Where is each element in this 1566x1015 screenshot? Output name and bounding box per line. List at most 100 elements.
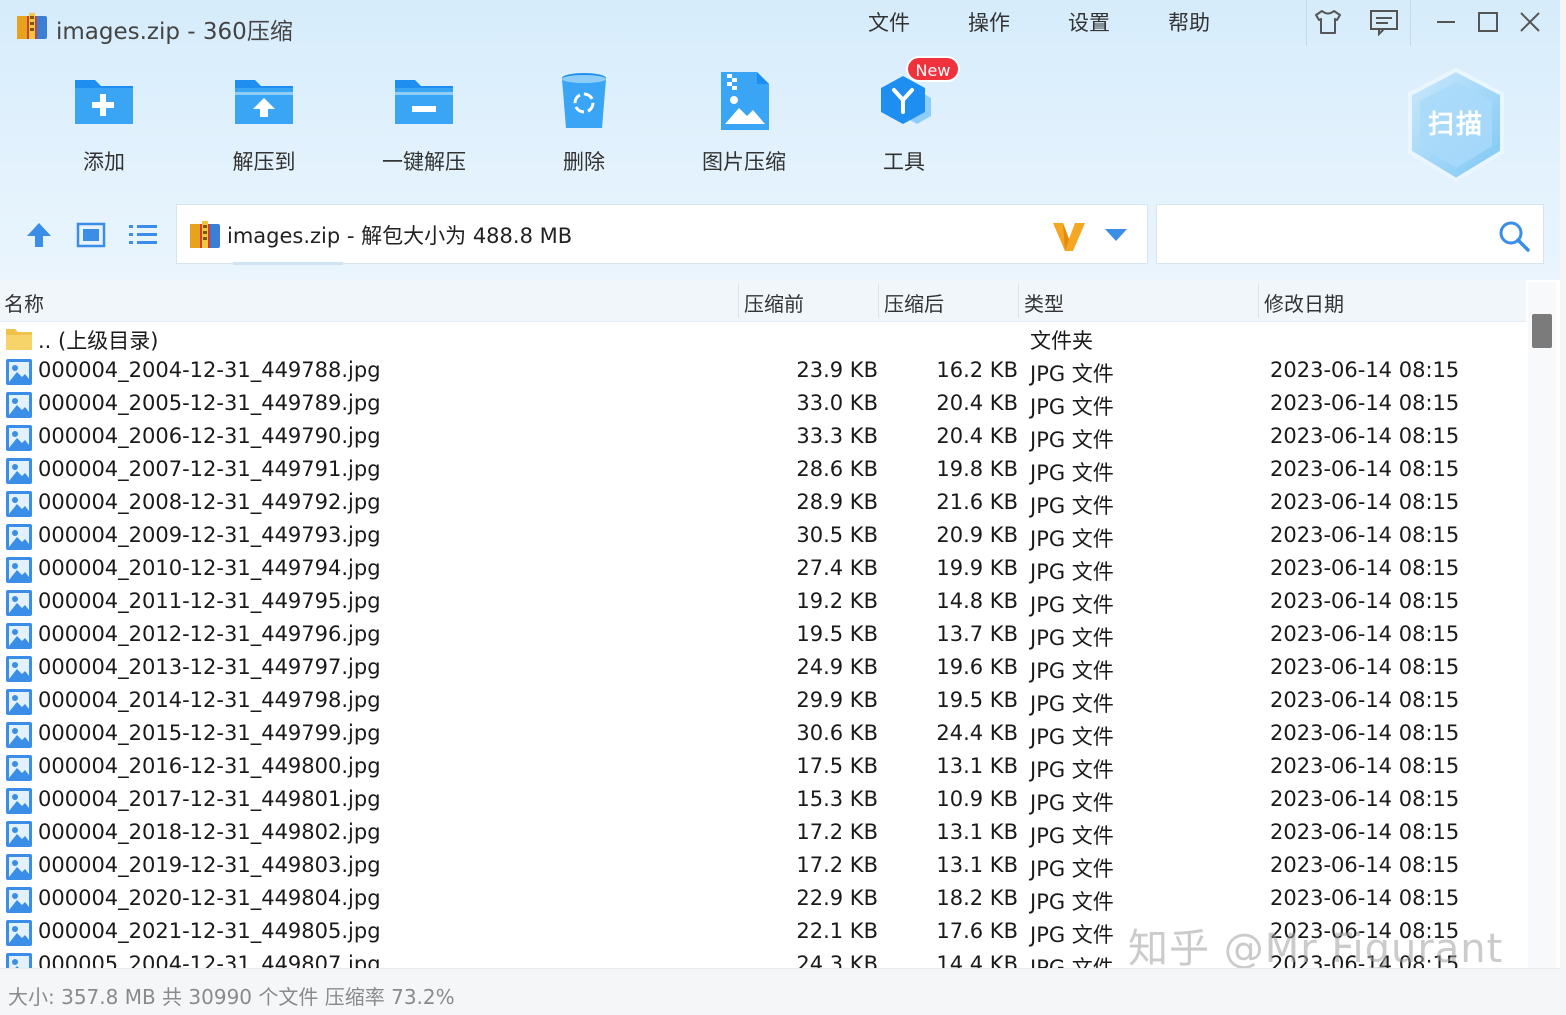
file-type: JPG 文件 bbox=[1030, 758, 1114, 782]
image-file-icon bbox=[6, 689, 32, 715]
chevron-down-icon[interactable] bbox=[1103, 227, 1129, 243]
file-size-before: 17.5 KB bbox=[796, 754, 878, 778]
file-size-after: 19.9 KB bbox=[936, 556, 1018, 580]
file-row[interactable]: 000004_2012-12-31_449796.jpg 19.5 KB 13.7 … bbox=[0, 619, 1526, 652]
menu-file[interactable]: 文件 bbox=[868, 8, 968, 38]
file-type: JPG 文件 bbox=[1030, 890, 1114, 914]
scrollbar-thumb[interactable] bbox=[1532, 314, 1552, 348]
list-view-button[interactable] bbox=[126, 218, 160, 252]
image-file-icon bbox=[6, 854, 32, 880]
maximize-button[interactable] bbox=[1468, 6, 1508, 38]
column-divider[interactable] bbox=[1258, 284, 1259, 318]
file-row[interactable]: 000004_2006-12-31_449790.jpg 33.3 KB 20.4 … bbox=[0, 421, 1526, 454]
parent-directory-row[interactable]: .. (上级目录) 文件夹 bbox=[0, 322, 1526, 355]
file-size-before: 28.6 KB bbox=[796, 457, 878, 481]
file-type: JPG 文件 bbox=[1030, 395, 1114, 419]
file-row[interactable]: 000004_2010-12-31_449794.jpg 27.4 KB 19.9 … bbox=[0, 553, 1526, 586]
column-after[interactable]: 压缩后 bbox=[884, 288, 944, 317]
image-file-icon bbox=[6, 755, 32, 781]
file-row[interactable]: 000004_2017-12-31_449801.jpg 15.3 KB 10.9 … bbox=[0, 784, 1526, 817]
feedback-button[interactable] bbox=[1364, 6, 1404, 38]
window-title: images.zip - 360压缩 bbox=[56, 19, 293, 45]
file-name: 000004_2006-12-31_449790.jpg bbox=[38, 424, 381, 448]
file-size-after: 19.5 KB bbox=[936, 688, 1018, 712]
column-date[interactable]: 修改日期 bbox=[1264, 288, 1344, 317]
up-level-button[interactable] bbox=[22, 218, 56, 252]
file-size-before: 28.9 KB bbox=[796, 490, 878, 514]
thumbnail-view-button[interactable] bbox=[74, 218, 108, 252]
right-edge bbox=[1560, 0, 1566, 1015]
column-divider[interactable] bbox=[738, 284, 739, 318]
column-name[interactable]: 名称 bbox=[4, 288, 44, 317]
file-size-before: 19.2 KB bbox=[796, 589, 878, 613]
file-size-after: 21.6 KB bbox=[936, 490, 1018, 514]
menu-settings[interactable]: 设置 bbox=[1068, 8, 1168, 38]
file-name: 000004_2005-12-31_449789.jpg bbox=[38, 391, 381, 415]
one-click-extract-button[interactable]: 一键解压 bbox=[354, 70, 494, 180]
vertical-scrollbar[interactable] bbox=[1528, 282, 1556, 968]
file-date: 2023-06-14 08:15 bbox=[1270, 853, 1460, 877]
file-date: 2023-06-14 08:15 bbox=[1270, 787, 1460, 811]
search-input[interactable] bbox=[1156, 204, 1544, 264]
image-file-icon bbox=[6, 392, 32, 418]
file-row[interactable]: 000004_2009-12-31_449793.jpg 30.5 KB 20.9 … bbox=[0, 520, 1526, 553]
file-date: 2023-06-14 08:15 bbox=[1270, 688, 1460, 712]
minimize-button[interactable] bbox=[1426, 6, 1466, 38]
trash-icon bbox=[562, 73, 606, 128]
image-file-icon bbox=[6, 953, 32, 968]
tools-button[interactable]: 工具 bbox=[834, 70, 974, 180]
file-row[interactable]: 000004_2005-12-31_449789.jpg 33.0 KB 20.4 … bbox=[0, 388, 1526, 421]
file-size-after: 13.1 KB bbox=[936, 754, 1018, 778]
file-name: 000004_2021-12-31_449805.jpg bbox=[38, 919, 381, 943]
file-size-after: 20.4 KB bbox=[936, 391, 1018, 415]
file-size-before: 33.0 KB bbox=[796, 391, 878, 415]
file-size-after: 20.4 KB bbox=[936, 424, 1018, 448]
add-button[interactable]: 添加 bbox=[34, 70, 174, 180]
file-size-after: 13.7 KB bbox=[936, 622, 1018, 646]
one-click-extract-label: 一键解压 bbox=[382, 150, 466, 174]
file-row[interactable]: 000004_2014-12-31_449798.jpg 29.9 KB 19.5 … bbox=[0, 685, 1526, 718]
column-divider[interactable] bbox=[878, 284, 879, 318]
menu-help[interactable]: 帮助 bbox=[1168, 8, 1268, 38]
image-file-icon bbox=[6, 887, 32, 913]
file-row[interactable]: 000004_2015-12-31_449799.jpg 30.6 KB 24.4 … bbox=[0, 718, 1526, 751]
file-row[interactable]: 000004_2016-12-31_449800.jpg 17.5 KB 13.1 … bbox=[0, 751, 1526, 784]
file-date: 2023-06-14 08:15 bbox=[1270, 820, 1460, 844]
file-row[interactable]: 000004_2004-12-31_449788.jpg 23.9 KB 16.2 … bbox=[0, 355, 1526, 388]
file-row[interactable]: 000004_2007-12-31_449791.jpg 28.6 KB 19.8 … bbox=[0, 454, 1526, 487]
image-compress-button[interactable]: 图片压缩 bbox=[674, 70, 814, 180]
image-file-icon bbox=[6, 623, 32, 649]
scan-label[interactable]: 扫描 bbox=[1404, 104, 1508, 141]
column-header-row: 名称 压缩前 压缩后 类型 修改日期 bbox=[0, 280, 1526, 322]
file-type: JPG 文件 bbox=[1030, 593, 1114, 617]
file-row[interactable]: 000004_2013-12-31_449797.jpg 24.9 KB 19.6 … bbox=[0, 652, 1526, 685]
file-date: 2023-06-14 08:15 bbox=[1270, 523, 1460, 547]
file-date: 2023-06-14 08:15 bbox=[1270, 721, 1460, 745]
file-date: 2023-06-14 08:15 bbox=[1270, 391, 1460, 415]
file-row[interactable]: 000004_2019-12-31_449803.jpg 17.2 KB 13.1 … bbox=[0, 850, 1526, 883]
extract-to-icon bbox=[235, 80, 293, 124]
image-file-icon bbox=[6, 458, 32, 484]
file-row[interactable]: 000004_2008-12-31_449792.jpg 28.9 KB 21.6 … bbox=[0, 487, 1526, 520]
parent-directory-name: .. (上级目录) bbox=[38, 329, 159, 353]
extract-to-button[interactable]: 解压到 bbox=[194, 70, 334, 180]
path-bar[interactable]: images.zip - 解包大小为 488.8 MB bbox=[176, 204, 1148, 265]
file-size-after: 24.4 KB bbox=[936, 721, 1018, 745]
menu-operation[interactable]: 操作 bbox=[968, 8, 1068, 38]
v-logo-icon[interactable] bbox=[1051, 219, 1087, 253]
image-file-icon bbox=[6, 656, 32, 682]
file-size-before: 23.9 KB bbox=[796, 358, 878, 382]
file-row[interactable]: 000004_2011-12-31_449795.jpg 19.2 KB 14.8 … bbox=[0, 586, 1526, 619]
column-divider[interactable] bbox=[1018, 284, 1019, 318]
close-button[interactable] bbox=[1510, 6, 1550, 38]
delete-button[interactable]: 删除 bbox=[514, 70, 654, 180]
file-row[interactable]: 000004_2020-12-31_449804.jpg 22.9 KB 18.2 … bbox=[0, 883, 1526, 916]
image-compress-label: 图片压缩 bbox=[702, 150, 786, 174]
file-row[interactable]: 000004_2018-12-31_449802.jpg 17.2 KB 13.1 … bbox=[0, 817, 1526, 850]
column-before[interactable]: 压缩前 bbox=[744, 288, 804, 317]
column-type[interactable]: 类型 bbox=[1024, 288, 1064, 317]
file-size-after: 19.8 KB bbox=[936, 457, 1018, 481]
skin-button[interactable] bbox=[1308, 6, 1348, 38]
image-compress-icon bbox=[721, 72, 769, 130]
search-icon[interactable] bbox=[1497, 219, 1531, 253]
